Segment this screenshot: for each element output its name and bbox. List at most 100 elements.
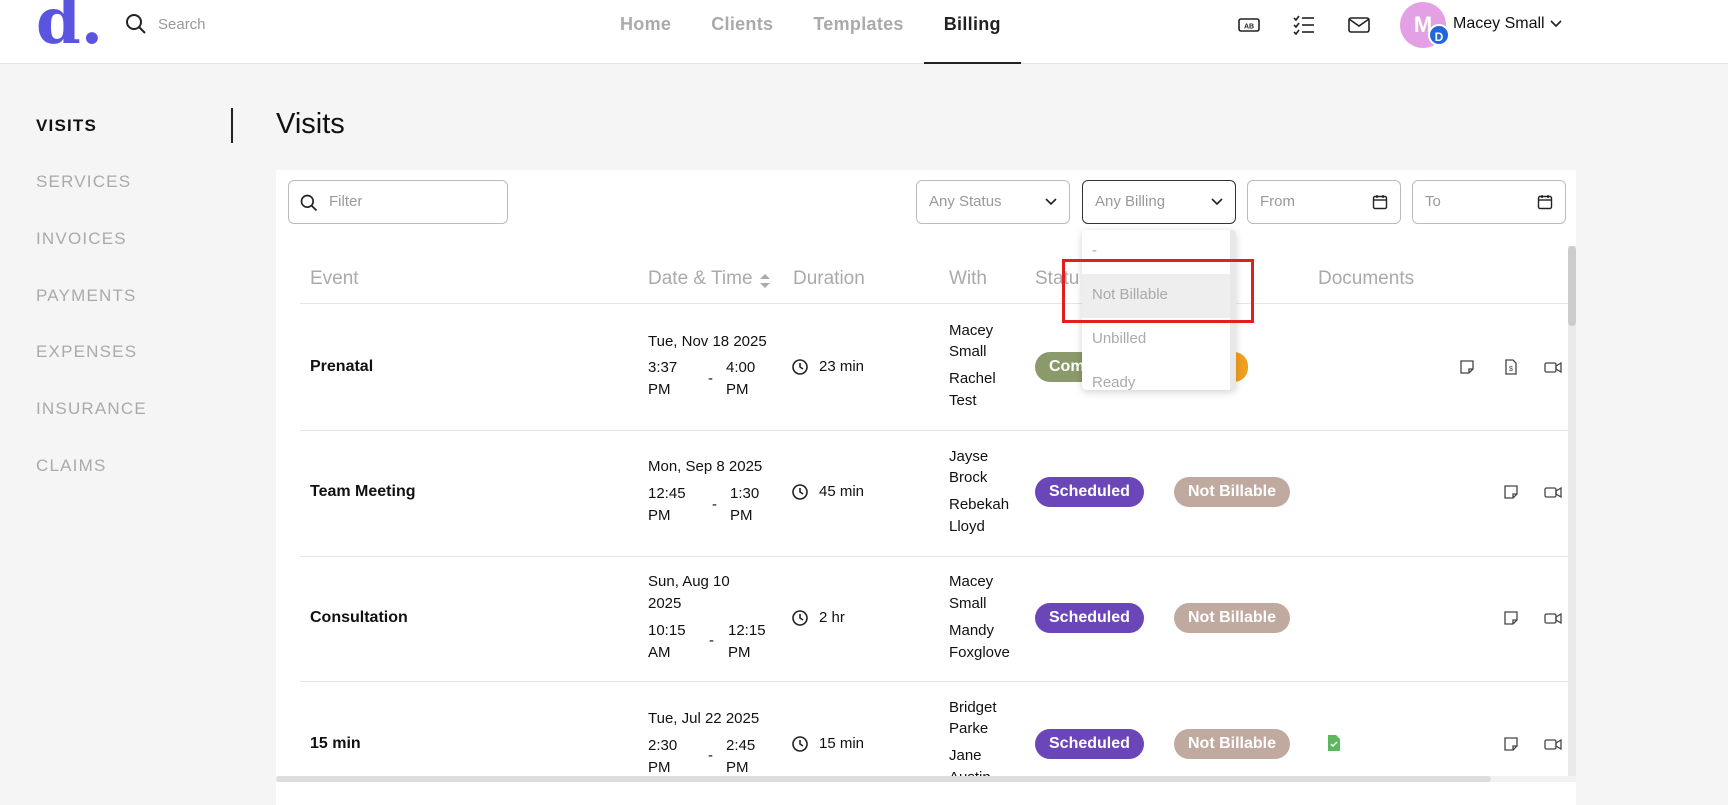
end-time-period: PM (728, 644, 751, 661)
sidebar-item-invoices[interactable]: INVOICES (36, 229, 127, 249)
filter-input[interactable]: Filter (288, 180, 508, 224)
billing-option-ready[interactable]: Ready (1082, 362, 1230, 390)
video-icon[interactable] (1544, 358, 1562, 376)
event-name: 15 min (310, 735, 361, 752)
sidebar-item-insurance[interactable]: INSURANCE (36, 399, 147, 419)
search-input[interactable]: Search (158, 16, 206, 33)
end-time: 12:15 (728, 622, 766, 639)
with-first-name: Bridget (949, 699, 997, 716)
status-badge: Scheduled (1035, 603, 1144, 633)
scrollbar-thumb[interactable] (276, 776, 1491, 782)
with-first-name: Jayse (949, 448, 989, 465)
status-badge: Scheduled (1035, 477, 1144, 507)
status-badge: Scheduled (1035, 729, 1144, 759)
duration: 23 min (819, 358, 865, 375)
video-icon[interactable] (1544, 609, 1562, 627)
column-header-date-time[interactable]: Date & Time (648, 268, 753, 290)
to-date-placeholder: To (1425, 193, 1441, 210)
column-header-duration[interactable]: Duration (793, 268, 865, 290)
video-icon[interactable] (1544, 483, 1562, 501)
app-logo[interactable]: d. (36, 0, 103, 54)
with-last-name: Test (949, 392, 977, 409)
chevron-down-icon[interactable] (1549, 18, 1563, 30)
start-time-period: PM (648, 381, 671, 398)
mail-icon[interactable] (1347, 14, 1371, 36)
chevron-down-icon (1211, 198, 1223, 206)
with-first-name: Rebekah (949, 496, 1010, 513)
scrollbar-thumb[interactable] (1568, 246, 1576, 326)
start-time: 2:30 (648, 737, 678, 754)
event-name: Team Meeting (310, 483, 416, 500)
duration: 15 min (819, 735, 865, 752)
note-icon[interactable] (1502, 735, 1520, 753)
table-horizontal-scrollbar[interactable] (276, 776, 1576, 782)
duration: 2 hr (819, 609, 845, 626)
nav-home[interactable]: Home (600, 0, 691, 64)
header-divider (300, 303, 1572, 304)
clock-icon (792, 484, 808, 500)
to-date-field[interactable]: To (1412, 180, 1566, 224)
column-header-documents[interactable]: Documents (1318, 268, 1414, 290)
duration: 45 min (819, 483, 865, 500)
nav-billing[interactable]: Billing (923, 0, 1021, 64)
end-time: 2:45 (726, 737, 756, 754)
with-last-name: Parke (949, 720, 989, 737)
search-icon (300, 194, 318, 212)
invoice-icon[interactable]: $ (1502, 358, 1520, 376)
event-name: Consultation (310, 609, 408, 626)
column-header-event[interactable]: Event (310, 268, 359, 290)
start-time-period: AM (648, 644, 671, 661)
checklist-icon[interactable] (1292, 14, 1316, 36)
from-date-field[interactable]: From (1247, 180, 1401, 224)
clock-icon (792, 359, 808, 375)
start-time: 3:37 (648, 359, 678, 376)
note-icon[interactable] (1502, 483, 1520, 501)
note-icon[interactable] (1458, 358, 1476, 376)
main-nav: Home Clients Templates Billing (600, 0, 1021, 64)
visit-date: Mon, Sep 8 2025 (648, 458, 763, 475)
calendar-icon[interactable] (1372, 194, 1388, 210)
nav-clients[interactable]: Clients (691, 0, 793, 64)
status-select[interactable]: Any Status (916, 180, 1070, 224)
sidebar-item-expenses[interactable]: EXPENSES (36, 342, 137, 362)
column-header-with[interactable]: With (949, 268, 987, 290)
end-time: 1:30 (730, 485, 760, 502)
note-icon[interactable] (1502, 609, 1520, 627)
nav-templates[interactable]: Templates (793, 0, 923, 64)
start-time-period: PM (648, 507, 671, 524)
sort-icon[interactable] (759, 272, 771, 290)
with-last-name: Lloyd (949, 518, 985, 535)
with-last-name: Brock (949, 469, 988, 486)
billing-badge: Not Billable (1174, 729, 1291, 759)
billing-option-unbilled[interactable]: Unbilled (1082, 318, 1230, 362)
row-divider (300, 556, 1572, 557)
time-separator: - (712, 496, 717, 513)
sidebar-item-claims[interactable]: CLAIMS (36, 456, 107, 476)
end-time-period: PM (726, 381, 749, 398)
signed-document-icon[interactable] (1325, 734, 1343, 752)
chevron-down-icon (1045, 198, 1057, 206)
table-vertical-scrollbar[interactable] (1568, 246, 1576, 776)
user-name[interactable]: Macey Small (1453, 15, 1545, 33)
clock-icon (792, 736, 808, 752)
sidebar-item-services[interactable]: SERVICES (36, 172, 131, 192)
event-name: Prenatal (310, 358, 374, 375)
sidebar-item-visits[interactable]: VISITS (36, 116, 97, 136)
time-separator: - (708, 747, 713, 764)
highlight-annotation-box (1062, 259, 1254, 323)
ab-badge-icon[interactable]: AB (1237, 14, 1261, 36)
with-last-name: Foxglove (949, 644, 1010, 661)
with-first-name: Mandy (949, 622, 995, 639)
video-icon[interactable] (1544, 735, 1562, 753)
sidebar-active-divider (231, 108, 233, 143)
billing-badge: Not Billable (1174, 603, 1291, 633)
billing-select[interactable]: Any Billing (1082, 180, 1236, 224)
end-time: 4:00 (726, 359, 756, 376)
calendar-icon[interactable] (1537, 194, 1553, 210)
visit-year: 2025 (648, 595, 682, 612)
billing-select-value: Any Billing (1095, 193, 1166, 210)
sidebar-item-payments[interactable]: PAYMENTS (36, 286, 137, 306)
with-first-name: Macey (949, 322, 994, 339)
search-icon[interactable] (124, 12, 148, 36)
visit-date: Sun, Aug 10 (648, 573, 730, 590)
